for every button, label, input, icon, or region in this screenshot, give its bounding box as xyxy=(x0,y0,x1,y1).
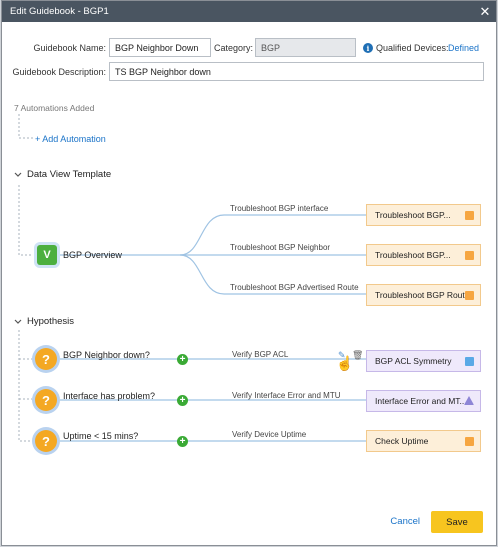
chevron-down-icon[interactable] xyxy=(14,318,22,326)
orange-book-icon xyxy=(465,211,474,220)
automation-card-label: BGP ACL Symmetry xyxy=(375,356,452,366)
hypothesis-title: Hypothesis xyxy=(27,316,74,327)
question-icon[interactable]: ? xyxy=(35,348,57,370)
orange-book-icon xyxy=(465,251,474,260)
branch-label: Verify Device Uptime xyxy=(232,430,307,439)
save-button[interactable]: Save xyxy=(431,511,483,533)
add-icon[interactable]: + xyxy=(177,436,188,447)
orange-book-icon xyxy=(465,437,474,446)
question-icon[interactable]: ? xyxy=(35,389,57,411)
edit-guidebook-dialog: Edit Guidebook - BGP1 ✕ Guidebook Name: … xyxy=(1,0,497,546)
branch-label: Troubleshoot BGP interface xyxy=(230,204,329,213)
tree-connectors xyxy=(18,114,366,442)
hypothesis-header[interactable]: Hypothesis xyxy=(14,316,74,327)
automation-card[interactable]: Troubleshoot BGP Rout... xyxy=(366,284,481,306)
automation-card[interactable]: Check Uptime xyxy=(366,430,481,452)
blue-info-icon xyxy=(465,357,474,366)
hypothesis-label: BGP Neighbor down? xyxy=(63,350,150,360)
branch-label: Troubleshoot BGP Neighbor xyxy=(230,243,331,252)
hypothesis-label: Interface has problem? xyxy=(63,391,156,401)
cursor-icon: ☝ xyxy=(336,355,354,371)
add-icon[interactable]: + xyxy=(177,395,188,406)
automation-card[interactable]: Interface Error and MT... xyxy=(366,390,481,412)
branch-label: Troubleshoot BGP Advertised Route xyxy=(230,283,359,292)
cancel-button[interactable]: Cancel xyxy=(390,516,420,527)
chevron-down-icon[interactable] xyxy=(14,171,22,179)
add-icon[interactable]: + xyxy=(177,354,188,365)
automation-card-label: Check Uptime xyxy=(375,436,429,446)
automation-card-label: Troubleshoot BGP... xyxy=(375,210,451,220)
automation-card[interactable]: Troubleshoot BGP... xyxy=(366,244,481,266)
automation-card-label: Interface Error and MT... xyxy=(375,396,467,406)
hypothesis-label: Uptime < 15 mins? xyxy=(63,431,139,441)
purple-triangle-icon xyxy=(464,396,474,405)
trash-icon[interactable]: 🗑 xyxy=(352,350,363,361)
branch-label: Verify BGP ACL xyxy=(232,350,289,359)
automation-card-label: Troubleshoot BGP... xyxy=(375,250,451,260)
data-view-node-label: BGP Overview xyxy=(63,250,122,260)
automation-card[interactable]: BGP ACL Symmetry xyxy=(366,350,481,372)
branch-label: Verify Interface Error and MTU xyxy=(232,391,341,400)
question-icon[interactable]: ? xyxy=(35,430,57,452)
data-view-template-header[interactable]: Data View Template xyxy=(14,169,111,180)
data-view-node-icon[interactable]: V xyxy=(37,245,57,265)
automation-card[interactable]: Troubleshoot BGP... xyxy=(366,204,481,226)
automation-card-label: Troubleshoot BGP Rout... xyxy=(375,290,472,300)
orange-book-icon xyxy=(465,291,474,300)
data-view-template-title: Data View Template xyxy=(27,169,112,180)
